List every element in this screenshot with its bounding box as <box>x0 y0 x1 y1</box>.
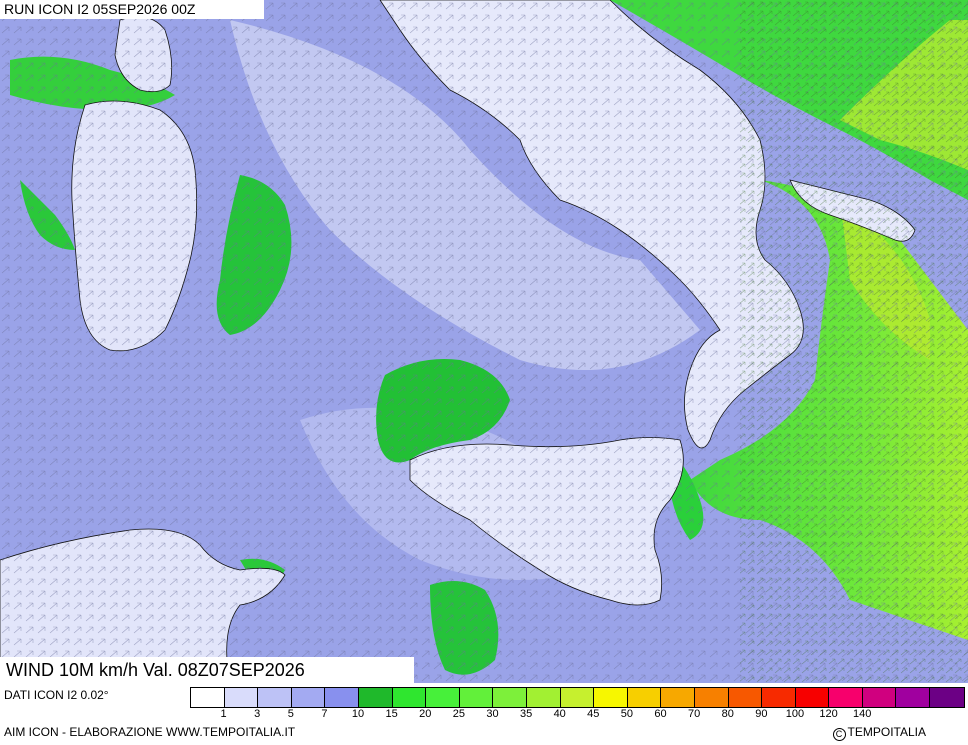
legend-label: 120 <box>819 708 838 720</box>
legend-swatch <box>526 688 561 707</box>
legend-swatch <box>762 688 796 707</box>
wind-map <box>0 0 968 683</box>
data-source-label: DATI ICON I2 0.02° <box>4 688 109 702</box>
run-title: RUN ICON I2 05SEP2026 00Z <box>0 0 264 19</box>
elaboration-label: AIM ICON - ELABORAZIONE WWW.TEMPOITALIA.… <box>4 725 296 739</box>
legend-swatch <box>224 688 259 707</box>
legend-swatch <box>661 688 695 707</box>
legend-swatch <box>795 688 830 707</box>
copyright-icon: C <box>832 728 846 741</box>
legend-swatch <box>594 688 628 707</box>
legend-label: 40 <box>553 708 566 720</box>
legend-swatch <box>627 688 662 707</box>
legend-swatch <box>426 688 460 707</box>
legend-swatch <box>829 688 863 707</box>
legend-swatch <box>258 688 292 707</box>
legend-swatch <box>325 688 359 707</box>
legend-label: 5 <box>287 708 294 720</box>
legend-label: 10 <box>351 708 365 720</box>
legend-label: 70 <box>688 708 701 720</box>
legend-label: 60 <box>654 708 667 720</box>
legend-label: 45 <box>587 708 600 720</box>
copyright-label: C TEMPOITALIA <box>832 725 926 741</box>
legend-label: 1 <box>220 708 227 720</box>
legend-swatch <box>930 688 964 707</box>
legend-label: 20 <box>419 708 432 720</box>
legend-label: 50 <box>620 708 634 720</box>
legend-label: 3 <box>254 708 261 720</box>
legend-swatch <box>862 688 897 707</box>
legend-swatch <box>191 688 225 707</box>
legend-label: 100 <box>785 708 805 720</box>
color-legend <box>190 687 965 708</box>
legend-label: 30 <box>486 708 499 720</box>
legend-swatch <box>728 688 763 707</box>
legend-label: 35 <box>519 708 533 720</box>
wind-arrows-strong <box>740 0 968 683</box>
legend-label: 80 <box>721 708 734 720</box>
legend-label: 25 <box>452 708 465 720</box>
legend-swatch <box>459 688 494 707</box>
legend-label: 140 <box>852 708 872 720</box>
legend-label: 90 <box>755 708 768 720</box>
legend-swatch <box>560 688 595 707</box>
legend-label: 15 <box>385 708 398 720</box>
copyright-text: TEMPOITALIA <box>847 725 926 739</box>
legend-swatch <box>392 688 427 707</box>
legend-label: 7 <box>321 708 328 720</box>
legend-swatch <box>358 688 393 707</box>
legend-swatch <box>493 688 527 707</box>
variable-title: WIND 10M km/h Val. 08Z07SEP2026 <box>0 657 414 683</box>
legend-labels: 1 3 5 7 10 15 20 25 30 35 40 45 50 60 70 80 90 100 120 140 <box>190 708 963 722</box>
legend-swatch <box>694 688 729 707</box>
legend-swatch <box>896 688 931 707</box>
legend-swatch <box>291 688 326 707</box>
